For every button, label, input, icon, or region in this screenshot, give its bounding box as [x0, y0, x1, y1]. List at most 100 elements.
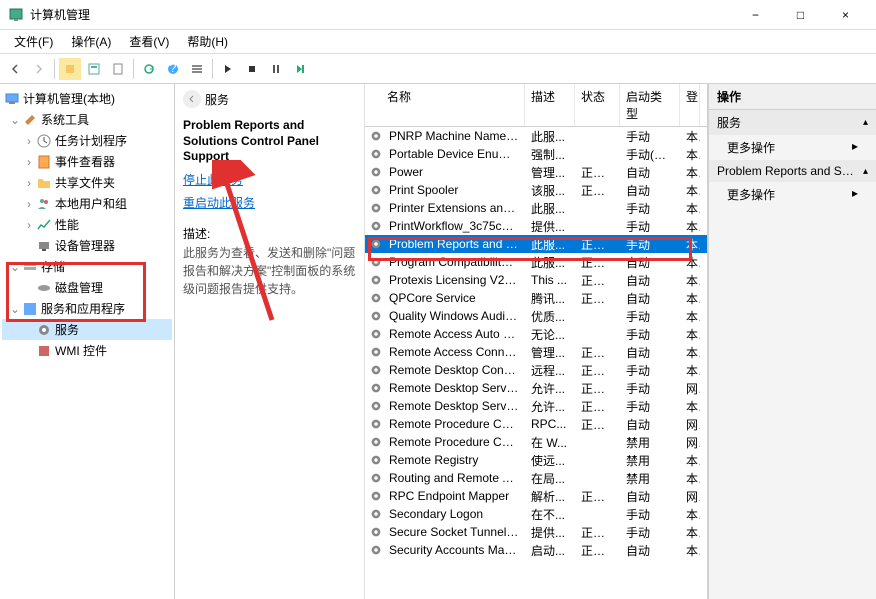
service-row[interactable]: Protexis Licensing V2 x64This ...正在...自动…	[365, 271, 707, 289]
col-status[interactable]: 状态	[575, 84, 620, 126]
stop-service-link[interactable]: 停止此服务	[183, 171, 356, 188]
service-row[interactable]: RPC Endpoint Mapper解析...正在...自动网	[365, 487, 707, 505]
detail-back-icon[interactable]	[183, 90, 201, 108]
refresh-button[interactable]	[138, 58, 160, 80]
menu-file[interactable]: 文件(F)	[6, 31, 61, 52]
service-row[interactable]: Remote Registry使远...禁用本	[365, 451, 707, 469]
cell-status: 正在...	[575, 344, 620, 361]
device-icon	[36, 238, 52, 254]
cell-name: PrintWorkflow_3c75c03d	[383, 219, 525, 233]
list-body[interactable]: PNRP Machine Name Pu...此服...手动本Portable …	[365, 127, 707, 599]
cell-as: 本	[680, 218, 700, 235]
tree-task-scheduler[interactable]: › 任务计划程序	[2, 130, 172, 151]
service-row[interactable]: Print Spooler该服...正在...自动本	[365, 181, 707, 199]
restart-button[interactable]	[289, 58, 311, 80]
selected-service-title: Problem Reports and Solutions Control Pa…	[183, 118, 356, 165]
tree-system-tools[interactable]: ⌄ 系统工具	[2, 109, 172, 130]
service-row[interactable]: Remote Procedure Call (...RPC...正在...自动网	[365, 415, 707, 433]
cell-start: 手动	[620, 398, 680, 415]
cell-as: 本	[680, 344, 700, 361]
cell-name: Remote Procedure Call (...	[383, 435, 525, 449]
tree-storage[interactable]: ⌄ 存储	[2, 256, 172, 277]
export-button[interactable]	[107, 58, 129, 80]
service-row[interactable]: Program Compatibility A...此服...正在...自动本	[365, 253, 707, 271]
service-row[interactable]: Secondary Logon在不...手动本	[365, 505, 707, 523]
cell-desc: 腾讯...	[525, 290, 575, 307]
service-row[interactable]: Remote Access Auto Con...无论...手动本	[365, 325, 707, 343]
tree-wmi[interactable]: WMI 控件	[2, 340, 172, 361]
cell-as: 本	[680, 452, 700, 469]
cell-start: 手动	[620, 362, 680, 379]
service-row[interactable]: QPCore Service腾讯...正在...自动本	[365, 289, 707, 307]
app-icon	[8, 7, 24, 23]
restart-service-link[interactable]: 重启动此服务	[183, 194, 356, 211]
tree-services[interactable]: 服务	[2, 319, 172, 340]
tree-performance[interactable]: › 性能	[2, 214, 172, 235]
service-row[interactable]: Secure Socket Tunneling ...提供...正在...手动本	[365, 523, 707, 541]
cell-desc: 远程...	[525, 362, 575, 379]
service-row[interactable]: Remote Procedure Call (...在 W...禁用网	[365, 433, 707, 451]
menu-view[interactable]: 查看(V)	[121, 31, 177, 52]
tree-pane[interactable]: 计算机管理(本地) ⌄ 系统工具 › 任务计划程序 › 事件查看器 › 共享文件…	[0, 84, 175, 599]
action-more-2[interactable]: 更多操作 ▸	[709, 182, 876, 207]
service-row[interactable]: Power管理...正在...自动本	[365, 163, 707, 181]
tree-root[interactable]: 计算机管理(本地)	[2, 88, 172, 109]
tree-disk-management[interactable]: 磁盘管理	[2, 277, 172, 298]
tree-event-viewer[interactable]: › 事件查看器	[2, 151, 172, 172]
cell-as: 本	[680, 398, 700, 415]
actions-group-services[interactable]: 服务▴	[709, 110, 876, 135]
service-row[interactable]: PrintWorkflow_3c75c03d提供...手动本	[365, 217, 707, 235]
menu-action[interactable]: 操作(A)	[63, 31, 119, 52]
up-button[interactable]	[59, 58, 81, 80]
service-row[interactable]: Portable Device Enumera...强制...手动(触发...本	[365, 145, 707, 163]
tree-shared-folders[interactable]: › 共享文件夹	[2, 172, 172, 193]
close-button[interactable]: ×	[823, 0, 868, 30]
service-row[interactable]: Remote Desktop Services允许...正在...手动网	[365, 379, 707, 397]
col-start[interactable]: 启动类型	[620, 84, 680, 126]
tree-services-apps[interactable]: ⌄ 服务和应用程序	[2, 298, 172, 319]
cell-desc: 解析...	[525, 488, 575, 505]
list-button[interactable]	[186, 58, 208, 80]
cell-as: 本	[680, 128, 700, 145]
list-header[interactable]: 名称 描述 状态 启动类型 登	[365, 84, 707, 127]
service-row[interactable]: Problem Reports and Sol...此服...正在...手动本	[365, 235, 707, 253]
cell-as: 网	[680, 488, 700, 505]
service-row[interactable]: Remote Desktop Service...允许...正在...手动本	[365, 397, 707, 415]
service-row[interactable]: Quality Windows Audio V...优质...手动本	[365, 307, 707, 325]
back-button[interactable]	[4, 58, 26, 80]
help-button[interactable]: ?	[162, 58, 184, 80]
service-row[interactable]: Remote Desktop Configu...远程...正在...手动本	[365, 361, 707, 379]
cell-desc: 允许...	[525, 398, 575, 415]
cell-status: 正在...	[575, 182, 620, 199]
cell-desc: 在 W...	[525, 434, 575, 451]
cell-desc: 此服...	[525, 128, 575, 145]
cell-desc: 在不...	[525, 506, 575, 523]
action-more-1[interactable]: 更多操作 ▸	[709, 135, 876, 160]
actions-group-selected[interactable]: Problem Reports and Sol...▴	[709, 160, 876, 182]
stop-button[interactable]	[241, 58, 263, 80]
menu-help[interactable]: 帮助(H)	[179, 31, 236, 52]
service-row[interactable]: Printer Extensions and N...此服...手动本	[365, 199, 707, 217]
cell-name: Remote Desktop Configu...	[383, 363, 525, 377]
cell-status: 正在...	[575, 488, 620, 505]
col-as[interactable]: 登	[680, 84, 700, 126]
forward-button[interactable]	[28, 58, 50, 80]
cell-as: 网	[680, 416, 700, 433]
cell-name: Protexis Licensing V2 x64	[383, 273, 525, 287]
service-row[interactable]: Remote Access Connecti...管理...正在...自动本	[365, 343, 707, 361]
play-button[interactable]	[217, 58, 239, 80]
service-row[interactable]: Routing and Remote Acc...在局...禁用本	[365, 469, 707, 487]
service-row[interactable]: Security Accounts Manag...启动...正在...自动本	[365, 541, 707, 559]
col-name[interactable]: 名称	[365, 84, 525, 126]
cell-as: 本	[680, 542, 700, 559]
actions-header: 操作	[709, 84, 876, 110]
maximize-button[interactable]: □	[778, 0, 823, 30]
properties-button[interactable]	[83, 58, 105, 80]
minimize-button[interactable]: −	[733, 0, 778, 30]
service-row[interactable]: PNRP Machine Name Pu...此服...手动本	[365, 127, 707, 145]
tree-local-users[interactable]: › 本地用户和组	[2, 193, 172, 214]
detail-title-header: 服务	[205, 91, 229, 108]
pause-button[interactable]	[265, 58, 287, 80]
col-desc[interactable]: 描述	[525, 84, 575, 126]
tree-device-manager[interactable]: 设备管理器	[2, 235, 172, 256]
